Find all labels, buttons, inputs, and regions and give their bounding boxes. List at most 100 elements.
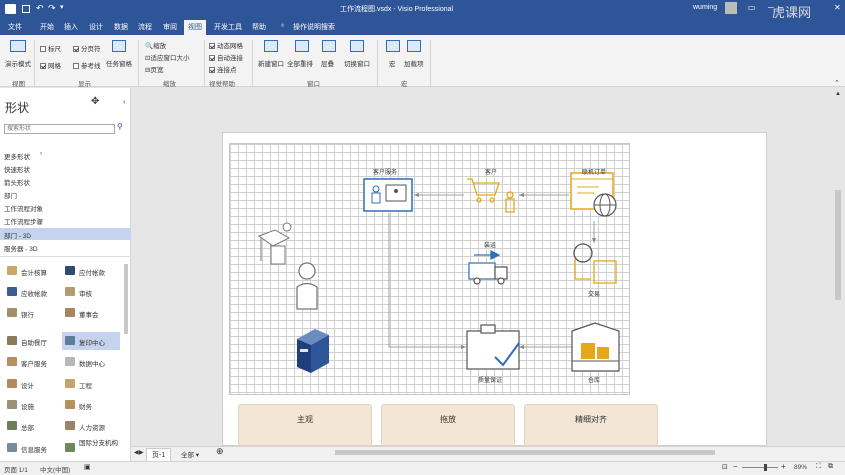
category-departments-3d[interactable]: 部门 - 3D: [4, 230, 31, 240]
ribbon-display-icon[interactable]: ▭: [748, 3, 756, 12]
fit-window-button[interactable]: ⊡适应窗口大小: [145, 52, 189, 62]
fit-page-icon[interactable]: ⊡: [722, 463, 728, 471]
category-quick-shapes[interactable]: 快速形状: [4, 164, 30, 174]
shape-customer-service[interactable]: 客户服务: [21, 358, 47, 368]
auto-grid-checkbox[interactable]: 动态网格: [209, 40, 243, 50]
tab-home[interactable]: 开始: [40, 22, 54, 32]
shape-data-center[interactable]: 数据中心: [79, 358, 105, 368]
search-icon[interactable]: ⚲: [117, 122, 123, 131]
card-fine-align[interactable]: 精细对齐: [524, 404, 658, 446]
addins-icon[interactable]: [407, 40, 421, 52]
arrange-all-icon[interactable]: [295, 40, 309, 52]
category-workflow-steps[interactable]: 工作流程步骤: [4, 216, 43, 226]
status-bar: [0, 461, 845, 475]
category-servers-3d[interactable]: 服务器 - 3D: [4, 243, 38, 253]
first-page-icon[interactable]: ◀: [134, 449, 139, 456]
card-drag-drop[interactable]: 拖放: [381, 404, 515, 446]
card-subjective[interactable]: 主观: [238, 404, 372, 446]
task-panes-icon[interactable]: [112, 40, 126, 52]
tab-data[interactable]: 数据: [114, 22, 128, 32]
grid-checkbox[interactable]: 网格: [40, 60, 61, 70]
add-page-icon[interactable]: ⊕: [216, 446, 224, 457]
ruler-checkbox[interactable]: 标尺: [40, 43, 61, 53]
zoom-button[interactable]: 🔍缩放: [145, 40, 166, 50]
shape-audit[interactable]: 审核: [79, 288, 92, 298]
category-arrow-shapes[interactable]: 箭头形状: [4, 177, 30, 187]
stencil-scrollbar[interactable]: [124, 264, 128, 334]
zoom-in-icon[interactable]: +: [781, 462, 786, 471]
shape-cafeteria[interactable]: 自助餐厅: [21, 337, 47, 347]
shape-design[interactable]: 设计: [21, 380, 34, 390]
shape-international-branch[interactable]: 国际分支机构: [79, 440, 119, 448]
shape-headquarters[interactable]: 总部: [21, 422, 34, 432]
tell-me-search[interactable]: 操作说明搜索: [293, 22, 335, 32]
tab-file[interactable]: 文件: [8, 22, 22, 32]
macros-icon[interactable]: [386, 40, 400, 52]
shape-accounting[interactable]: 会计核算: [21, 267, 47, 277]
zoom-level[interactable]: 89%: [794, 464, 807, 471]
search-shapes-input[interactable]: [4, 124, 115, 134]
shape-engineering[interactable]: 工程: [79, 380, 92, 390]
tab-help[interactable]: 帮助: [252, 22, 266, 32]
shape-facilities[interactable]: 设施: [21, 401, 34, 411]
save-icon[interactable]: [22, 5, 30, 13]
shape-bank[interactable]: 银行: [21, 309, 34, 319]
shape-finance[interactable]: 财务: [79, 401, 92, 411]
tab-review[interactable]: 审阅: [163, 22, 177, 32]
category-more-shapes[interactable]: 更多形状: [4, 151, 30, 161]
collapse-panel-icon[interactable]: ‹: [123, 99, 125, 106]
tab-process[interactable]: 流程: [138, 22, 152, 32]
user-name[interactable]: wuming: [693, 4, 717, 11]
redo-icon[interactable]: ↷: [48, 3, 56, 14]
category-workflow-objects[interactable]: 工作流程对象: [4, 203, 43, 213]
guides-checkbox[interactable]: 参考线: [73, 60, 101, 70]
shape-human-resources[interactable]: 人力资源: [79, 422, 105, 432]
collapse-ribbon-icon[interactable]: ⌃: [834, 79, 840, 87]
switch-windows-button[interactable]: 切换窗口: [344, 58, 370, 68]
scroll-up-icon[interactable]: ▲: [835, 91, 841, 97]
zoom-slider[interactable]: [742, 467, 778, 468]
tab-developer[interactable]: 开发工具: [214, 22, 242, 32]
arrange-all-button[interactable]: 全部重排: [287, 58, 313, 68]
shape-board[interactable]: 董事会: [79, 309, 99, 319]
tab-insert[interactable]: 插入: [64, 22, 78, 32]
cascade-icon[interactable]: [322, 40, 336, 52]
switch-windows-icon[interactable]: [350, 40, 364, 52]
undo-icon[interactable]: ↶: [36, 3, 44, 14]
switch-windows-status-icon[interactable]: ⧉: [828, 463, 833, 471]
tab-design[interactable]: 设计: [89, 22, 103, 32]
page-tab-1[interactable]: 页-1: [146, 448, 172, 462]
presentation-mode-button[interactable]: 演示模式: [5, 58, 31, 68]
all-pages-dropdown[interactable]: 全部 ▾: [181, 449, 199, 459]
shape-accounts-receivable[interactable]: 应收帐款: [21, 288, 47, 298]
cascade-button[interactable]: 层叠: [321, 58, 334, 68]
macros-button[interactable]: 宏: [389, 58, 396, 68]
auto-connect-checkbox[interactable]: 自动连接: [209, 52, 243, 62]
zoom-out-icon[interactable]: −: [733, 462, 738, 471]
next-page-icon[interactable]: ▶: [139, 449, 144, 456]
page-breaks-checkbox[interactable]: 分页符: [73, 43, 101, 53]
avatar[interactable]: [725, 2, 737, 14]
task-panes-button[interactable]: 任务窗格: [106, 58, 132, 68]
tab-view[interactable]: 视图: [184, 20, 206, 35]
quick-access-icon[interactable]: ▾: [60, 3, 64, 11]
category-departments[interactable]: 部门: [4, 190, 17, 200]
close-icon[interactable]: ✕: [834, 3, 841, 12]
horizontal-scrollbar[interactable]: [335, 450, 715, 455]
connection-points-checkbox[interactable]: 连接点: [209, 64, 237, 74]
shape-copy-center[interactable]: 复印中心: [79, 337, 105, 347]
shape-accounts-payable[interactable]: 应付帐款: [79, 267, 105, 277]
zoom-slider-thumb[interactable]: [764, 464, 767, 471]
new-window-button[interactable]: 新建窗口: [258, 58, 284, 68]
shape-information-services[interactable]: 信息服务: [21, 444, 47, 454]
vertical-scrollbar[interactable]: [835, 190, 841, 300]
language-status[interactable]: 中文(中国): [40, 464, 70, 474]
page-width-button[interactable]: ⊟页宽: [145, 64, 163, 74]
move-icon[interactable]: ✥: [91, 96, 99, 107]
new-window-icon[interactable]: [264, 40, 278, 52]
full-screen-icon[interactable]: ⛶: [816, 463, 821, 471]
presentation-icon[interactable]: [10, 40, 26, 52]
macro-record-icon[interactable]: ▣: [84, 463, 91, 471]
page-number-status[interactable]: 页面 1/1: [4, 464, 28, 474]
addins-button[interactable]: 加载项: [404, 58, 424, 68]
